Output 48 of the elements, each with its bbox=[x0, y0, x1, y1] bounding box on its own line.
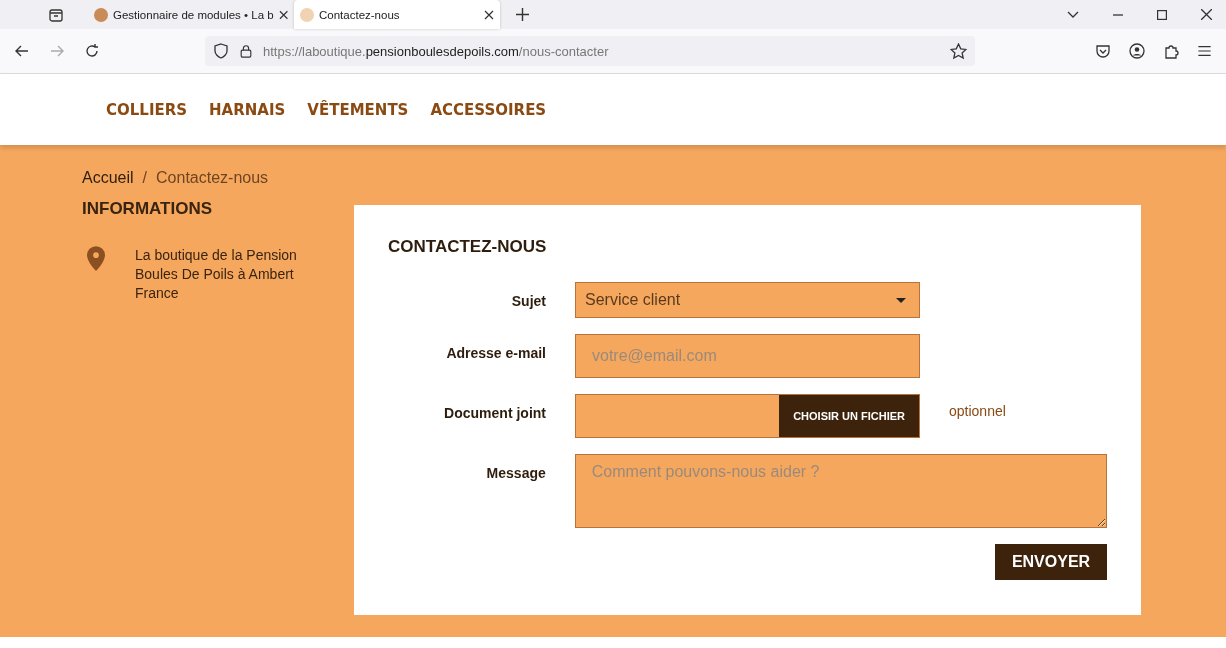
lock-icon bbox=[239, 43, 253, 59]
breadcrumb-separator: / bbox=[142, 169, 148, 187]
shield-icon bbox=[213, 43, 229, 59]
message-textarea[interactable]: Comment pouvons-nous aider ? bbox=[574, 454, 1107, 528]
minimize-icon[interactable] bbox=[1113, 13, 1123, 16]
field-label: Adresse e-mail bbox=[445, 344, 546, 361]
browser-tab[interactable]: Gestionnaire de modules • La b bbox=[88, 0, 294, 29]
chevron-down-icon[interactable] bbox=[1067, 10, 1079, 19]
breadcrumb-link[interactable]: Accueil bbox=[82, 169, 134, 187]
favicon-icon bbox=[94, 7, 108, 22]
menu-icon[interactable] bbox=[1197, 44, 1212, 58]
send-button[interactable]: ENVOYER bbox=[995, 544, 1107, 580]
address-bar[interactable]: https://laboutique.pensionboulesdepoils.com/nous-contacter bbox=[205, 36, 975, 66]
tab-title: Contactez-nous bbox=[319, 8, 401, 21]
form-heading: CONTACTEZ-NOUS bbox=[388, 237, 548, 257]
optional-note: optionnel bbox=[949, 402, 1006, 419]
map-pin-icon bbox=[87, 246, 105, 271]
tab-title: Gestionnaire de modules • La b bbox=[113, 8, 274, 21]
email-input[interactable]: votre@email.com bbox=[575, 334, 920, 378]
field-label: Document joint bbox=[443, 404, 546, 421]
close-icon[interactable] bbox=[278, 9, 288, 20]
account-icon[interactable] bbox=[1129, 43, 1145, 59]
back-arrow-icon[interactable] bbox=[14, 43, 30, 59]
field-label: Message bbox=[485, 464, 546, 481]
nav-link[interactable]: COLLIERS bbox=[106, 100, 188, 119]
puzzle-piece-icon[interactable] bbox=[1163, 43, 1179, 59]
caret-icon bbox=[896, 297, 906, 303]
favicon-icon bbox=[300, 7, 314, 22]
nav-link[interactable]: ACCESSOIRES bbox=[430, 100, 547, 119]
browser-tab[interactable]: Contactez-nous bbox=[294, 0, 500, 29]
reload-icon[interactable] bbox=[84, 43, 100, 59]
subject-dropdown[interactable]: Service client bbox=[575, 282, 920, 318]
tab-list-icon[interactable] bbox=[48, 6, 64, 23]
star-icon[interactable] bbox=[950, 42, 967, 60]
store-address: La boutique de la Pension Boules De Poils à Ambert France bbox=[135, 246, 297, 303]
nav-link[interactable]: HARNAIS bbox=[209, 100, 286, 119]
choose-file-button[interactable]: CHOISIR UN FICHIER bbox=[779, 395, 919, 437]
file-input[interactable]: CHOISIR UN FICHIER bbox=[575, 394, 920, 438]
section-heading: INFORMATIONS bbox=[82, 199, 213, 219]
close-icon[interactable] bbox=[1201, 9, 1212, 20]
close-icon[interactable] bbox=[484, 9, 494, 20]
new-tab-icon[interactable] bbox=[516, 8, 529, 21]
pocket-icon[interactable] bbox=[1095, 43, 1111, 59]
maximize-icon[interactable] bbox=[1157, 9, 1167, 20]
url-text: https://laboutique.pensionboulesdepoils.com/nous-contacter bbox=[263, 43, 609, 59]
breadcrumb-link[interactable]: Contactez-nous bbox=[156, 169, 269, 187]
field-label: Sujet bbox=[510, 292, 546, 309]
nav-link[interactable]: VÊTEMENTS bbox=[307, 100, 409, 119]
